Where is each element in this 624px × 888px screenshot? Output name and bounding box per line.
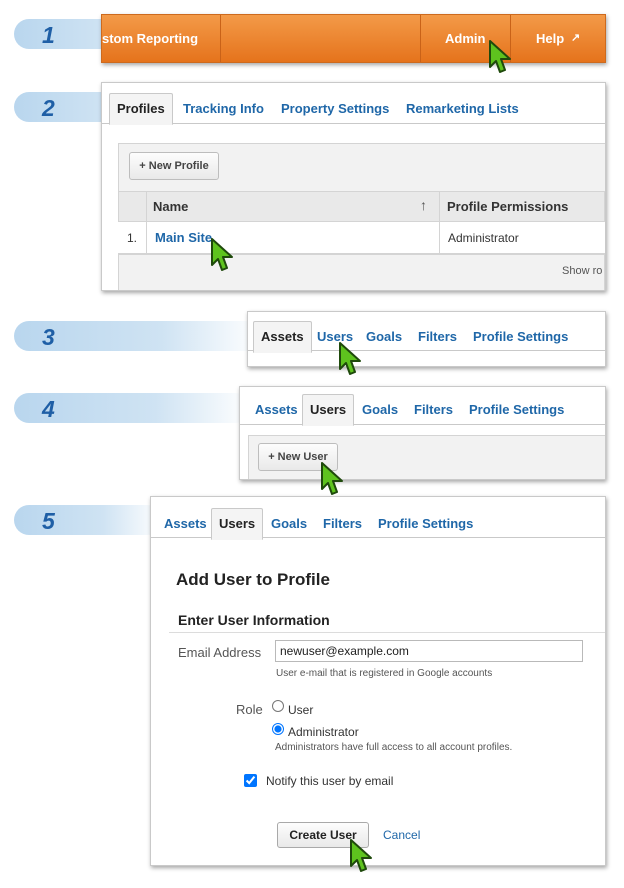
tab-filters[interactable]: Filters (418, 329, 457, 344)
tab-goals[interactable]: Goals (362, 402, 398, 417)
nav-divider (220, 15, 221, 62)
step-5-badge: 5 (14, 505, 162, 535)
nav-admin[interactable]: Admin (445, 31, 485, 46)
table-footer (118, 254, 605, 290)
users-tab-panel: Assets Users Goals Filters Profile Setti… (239, 386, 606, 480)
tab-users[interactable]: Users (302, 394, 355, 426)
profile-link-main-site[interactable]: Main Site (155, 230, 212, 245)
tab-assets[interactable]: Assets (255, 402, 298, 417)
email-field[interactable] (275, 640, 583, 662)
step-number: 1 (42, 22, 55, 48)
tab-profile-settings[interactable]: Profile Settings (378, 516, 473, 531)
tab-tracking-info[interactable]: Tracking Info (183, 101, 264, 116)
sort-up-icon[interactable]: ↑ (420, 197, 427, 213)
orange-nav-bar: stom Reporting Admin Help ↗ (101, 14, 606, 63)
tab-property-settings[interactable]: Property Settings (281, 101, 389, 116)
add-user-panel: Assets Users Goals Filters Profile Setti… (150, 496, 606, 866)
tab-profile-settings[interactable]: Profile Settings (473, 329, 568, 344)
step-number: 5 (42, 508, 55, 534)
step-3-badge: 3 (14, 321, 260, 351)
column-header-permissions[interactable]: Profile Permissions (447, 199, 568, 214)
step-number: 4 (42, 396, 55, 422)
role-admin-label[interactable]: Administrator (288, 725, 359, 739)
email-label: Email Address (178, 645, 262, 660)
section-heading: Enter User Information (178, 612, 330, 628)
step-number: 2 (42, 95, 55, 121)
tab-remarketing-lists[interactable]: Remarketing Lists (406, 101, 519, 116)
nav-divider (420, 15, 421, 62)
nav-custom-reporting[interactable]: stom Reporting (102, 31, 198, 46)
cursor-arrow-icon (488, 40, 516, 76)
row-index: 1. (127, 231, 138, 245)
tab-filters[interactable]: Filters (414, 402, 453, 417)
cursor-arrow-icon (320, 462, 348, 498)
row-permission: Administrator (448, 231, 519, 245)
notify-label[interactable]: Notify this user by email (266, 774, 393, 788)
role-admin-radio[interactable] (272, 723, 284, 735)
notify-checkbox[interactable] (244, 774, 257, 787)
tab-goals[interactable]: Goals (366, 329, 402, 344)
role-label: Role (236, 702, 263, 717)
show-rows-label: Show ro (562, 265, 603, 277)
step-4-badge: 4 (14, 393, 250, 423)
step-number: 3 (42, 324, 55, 350)
profiles-panel: Profiles Tracking Info Property Settings… (101, 82, 606, 291)
section-divider (169, 632, 605, 633)
form-title: Add User to Profile (176, 570, 330, 589)
tab-users[interactable]: Users (211, 508, 264, 540)
tab-profiles[interactable]: Profiles (109, 93, 173, 125)
tab-assets[interactable]: Assets (164, 516, 207, 531)
role-user-radio[interactable] (272, 700, 284, 712)
tab-assets[interactable]: Assets (253, 321, 312, 353)
tab-filters[interactable]: Filters (323, 516, 362, 531)
tab-goals[interactable]: Goals (271, 516, 307, 531)
cursor-arrow-icon (349, 839, 377, 875)
column-header-name[interactable]: Name (153, 199, 188, 214)
cursor-arrow-icon (338, 342, 366, 378)
cursor-arrow-icon (210, 238, 238, 274)
new-profile-button[interactable]: + New Profile (129, 152, 219, 180)
role-hint: Administrators have full access to all a… (275, 742, 513, 753)
cancel-link[interactable]: Cancel (383, 828, 420, 842)
role-user-label[interactable]: User (288, 703, 313, 717)
external-link-icon: ↗ (571, 32, 581, 44)
email-hint: User e-mail that is registered in Google… (276, 668, 493, 679)
tab-profile-settings[interactable]: Profile Settings (469, 402, 564, 417)
nav-help[interactable]: Help (536, 31, 564, 46)
profile-tabs-panel: Assets Users Goals Filters Profile Setti… (247, 311, 606, 367)
